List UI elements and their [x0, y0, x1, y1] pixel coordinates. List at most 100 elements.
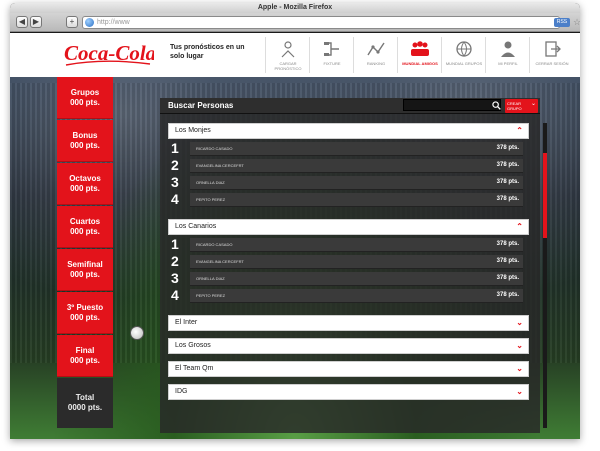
search-input[interactable]	[403, 99, 501, 111]
member-name: Ornella Diaz	[196, 180, 225, 185]
soccer-ball-icon	[130, 326, 144, 340]
stage-score-3[interactable]: Cuartos 000 pts.	[57, 206, 113, 248]
rss-button[interactable]: RSS	[554, 18, 570, 27]
stage-name: Grupos	[70, 87, 100, 97]
browser-window: Apple - Mozilla Firefox ◀ ▶ + http://www…	[10, 3, 580, 439]
member-bar: Ornella Diaz 378 pts.	[190, 176, 523, 190]
member-name: Pepito Perez	[196, 293, 226, 298]
member-row[interactable]: 4 Pepito Perez 378 pts.	[168, 191, 523, 207]
stage-points: 000 pts.	[70, 355, 100, 365]
nav-item-label: Mi perfil	[498, 61, 518, 66]
panel-header: Buscar Personas Crear grupo ⌄	[160, 98, 540, 114]
stage-score-4[interactable]: Semifinal 000 pts.	[57, 249, 113, 291]
total-points: 0000 pts.	[67, 403, 103, 412]
nav-item-0[interactable]: Cargar pronóstico	[265, 37, 309, 73]
group-name: El Inter	[175, 319, 198, 326]
stage-name: Final	[75, 345, 95, 355]
total-score: Total 0000 pts.	[57, 378, 113, 428]
member-rank: 4	[171, 287, 179, 303]
group-header-1[interactable]: Los Canarios ⌃	[168, 219, 529, 235]
search-icon[interactable]	[492, 101, 501, 110]
member-row[interactable]: 3 Ornella Diaz 378 pts.	[168, 270, 523, 286]
plus-icon: +	[69, 17, 75, 26]
chevron-down-icon[interactable]: ⌄	[516, 341, 523, 350]
url-bar[interactable]: http://www RSS ☆	[82, 16, 580, 29]
member-name: Evangelina Cercefrt	[196, 163, 244, 168]
nav-item-label: Fixture	[323, 61, 341, 66]
member-points: 378 pts.	[496, 162, 519, 168]
member-row[interactable]: 2 Evangelina Cercefrt 378 pts.	[168, 253, 523, 269]
stage-score-6[interactable]: Final 000 pts.	[57, 335, 113, 377]
nav-item-3[interactable]: Mundial amigos	[397, 37, 441, 73]
nav-item-label: Ranking	[366, 61, 386, 66]
chevron-up-icon[interactable]: ⌃	[516, 222, 523, 231]
group-name: Los Canarios	[175, 223, 217, 230]
profile-icon	[501, 41, 515, 57]
stage-name: 3º Puesto	[66, 302, 104, 312]
nav-item-label: Cerrar sesión	[535, 61, 569, 66]
member-row[interactable]: 1 Ricardo Casado 378 pts.	[168, 140, 523, 156]
nav-item-5[interactable]: Mi perfil	[485, 37, 529, 73]
scrollbar-track[interactable]	[543, 123, 547, 428]
group-header-0[interactable]: Los Monjes ⌃	[168, 123, 529, 139]
member-points: 378 pts.	[496, 241, 519, 247]
page-content: Coca-Cola Tus pronósticos en un solo lug…	[10, 33, 580, 439]
member-points: 378 pts.	[496, 292, 519, 298]
chevron-down-icon: ⌄	[530, 101, 536, 107]
stage-score-0[interactable]: Grupos 000 pts.	[57, 77, 113, 119]
window-titlebar: Apple - Mozilla Firefox	[10, 3, 580, 13]
member-points: 378 pts.	[496, 145, 519, 151]
member-row[interactable]: 2 Evangelina Cercefrt 378 pts.	[168, 157, 523, 173]
nav-item-4[interactable]: Mundial grupos	[441, 37, 485, 73]
member-points: 378 pts.	[496, 179, 519, 185]
member-name: Pepito Perez	[196, 197, 226, 202]
group-name: IDG	[175, 388, 188, 395]
member-bar: Pepito Perez 378 pts.	[190, 289, 523, 303]
member-name: Ricardo Casado	[196, 242, 233, 247]
member-row[interactable]: 1 Ricardo Casado 378 pts.	[168, 236, 523, 252]
nav-item-1[interactable]: Fixture	[309, 37, 353, 73]
globe-icon	[456, 41, 472, 57]
nav-item-2[interactable]: Ranking	[353, 37, 397, 73]
logout-icon	[545, 41, 561, 57]
member-row[interactable]: 4 Pepito Perez 378 pts.	[168, 287, 523, 303]
ranking-line-icon	[367, 42, 385, 56]
group-name: Los Monjes	[175, 127, 211, 134]
globe-icon	[85, 18, 94, 27]
stage-score-1[interactable]: Bonus 000 pts.	[57, 120, 113, 162]
member-bar: Ornella Diaz 378 pts.	[190, 272, 523, 286]
coca-cola-logo[interactable]: Coca-Cola	[64, 38, 154, 70]
stage-score-2[interactable]: Octavos 000 pts.	[57, 163, 113, 205]
chevron-up-icon[interactable]: ⌃	[516, 126, 523, 135]
back-button[interactable]: ◀	[16, 16, 28, 28]
bookmark-star-icon[interactable]: ☆	[573, 17, 580, 28]
member-points: 378 pts.	[496, 275, 519, 281]
member-row[interactable]: 3 Ornella Diaz 378 pts.	[168, 174, 523, 190]
member-rank: 1	[171, 140, 179, 156]
group-header-4[interactable]: El Team Qm ⌄	[168, 361, 529, 377]
group-name: Los Grosos	[175, 342, 211, 349]
stage-points: 000 pts.	[70, 269, 100, 279]
new-tab-button[interactable]: +	[66, 16, 78, 28]
group-header-2[interactable]: El Inter ⌄	[168, 315, 529, 331]
search-people-panel: Buscar Personas Crear grupo ⌄ Los Monjes…	[160, 98, 547, 433]
member-bar: Ricardo Casado 378 pts.	[190, 238, 523, 252]
forward-button[interactable]: ▶	[30, 16, 42, 28]
points-sidebar: Grupos 000 pts. Bonus 000 pts. Octavos 000 pt…	[57, 77, 113, 439]
chevron-down-icon[interactable]: ⌄	[516, 318, 523, 327]
site-header: Coca-Cola Tus pronósticos en un solo lug…	[10, 33, 580, 77]
create-group-button[interactable]: Crear grupo ⌄	[505, 99, 538, 113]
member-rank: 3	[171, 270, 179, 286]
member-bar: Evangelina Cercefrt 378 pts.	[190, 159, 523, 173]
window-title: Apple - Mozilla Firefox	[257, 4, 333, 11]
nav-item-6[interactable]: Cerrar sesión	[529, 37, 573, 73]
chevron-down-icon[interactable]: ⌄	[516, 387, 523, 396]
group-header-5[interactable]: IDG ⌄	[168, 384, 529, 400]
scrollbar-thumb[interactable]	[543, 153, 547, 238]
stage-points: 000 pts.	[70, 312, 100, 322]
chevron-down-icon[interactable]: ⌄	[516, 364, 523, 373]
member-points: 378 pts.	[496, 196, 519, 202]
stage-score-5[interactable]: 3º Puesto 000 pts.	[57, 292, 113, 334]
group-list: Los Monjes ⌃ 1 Ricardo Casado 378 pts. 2 Evang…	[168, 123, 530, 428]
group-header-3[interactable]: Los Grosos ⌄	[168, 338, 529, 354]
